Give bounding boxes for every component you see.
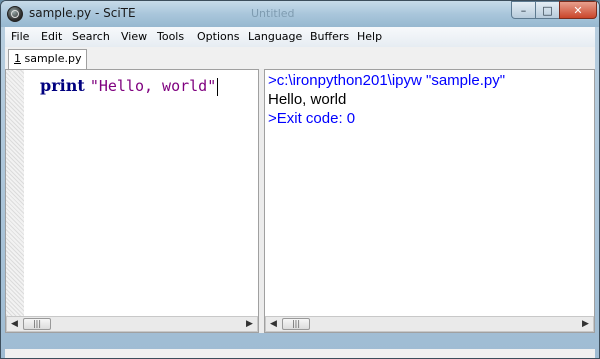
menu-tools[interactable]: Tools bbox=[157, 30, 184, 43]
menu-language[interactable]: Language bbox=[248, 30, 302, 43]
menu-bar: File Edit Search View Tools Options Lang… bbox=[5, 27, 595, 47]
menu-buffers[interactable]: Buffers bbox=[310, 30, 349, 43]
buffer-tab-strip: 1 sample.py bbox=[5, 47, 595, 70]
output-line-command: >c:\ironpython201\ipyw "sample.py" bbox=[268, 72, 506, 89]
editor-pane[interactable]: print "Hello, world" ◀ ||| ▶ bbox=[5, 69, 259, 333]
status-bar bbox=[5, 349, 595, 358]
line-number-margin bbox=[6, 70, 24, 332]
scite-app-icon[interactable] bbox=[7, 6, 23, 22]
scroll-left-icon[interactable]: ◀ bbox=[7, 317, 22, 331]
code-line[interactable]: print "Hello, world" bbox=[40, 76, 219, 96]
scite-window: sample.py - SciTE Untitled – □ ✕ File Ed… bbox=[0, 0, 600, 359]
menu-help[interactable]: Help bbox=[357, 30, 382, 43]
editor-scroll-thumb[interactable]: ||| bbox=[23, 318, 51, 330]
close-icon: ✕ bbox=[573, 3, 583, 17]
output-pane[interactable]: >c:\ironpython201\ipyw "sample.py" Hello… bbox=[264, 69, 595, 333]
close-button[interactable]: ✕ bbox=[559, 1, 597, 19]
menu-options[interactable]: Options bbox=[197, 30, 239, 43]
editor-horizontal-scrollbar[interactable]: ◀ ||| ▶ bbox=[6, 316, 258, 332]
maximize-icon: □ bbox=[542, 3, 553, 17]
tab-label: sample.py bbox=[21, 52, 82, 65]
background-window-caption: Untitled bbox=[251, 7, 295, 20]
tab-number: 1 bbox=[14, 52, 21, 65]
text-caret bbox=[217, 77, 219, 96]
output-line-exit-code: >Exit code: 0 bbox=[268, 110, 356, 127]
menu-view[interactable]: View bbox=[121, 30, 147, 43]
menu-search[interactable]: Search bbox=[72, 30, 110, 43]
minimize-button[interactable]: – bbox=[511, 1, 536, 19]
scroll-right-icon[interactable]: ▶ bbox=[242, 317, 257, 331]
output-horizontal-scrollbar[interactable]: ◀ ||| ▶ bbox=[265, 316, 594, 332]
fold-margin bbox=[24, 70, 38, 332]
tab-sample-py[interactable]: 1 sample.py bbox=[8, 49, 88, 69]
menu-edit[interactable]: Edit bbox=[41, 30, 62, 43]
code-keyword: print bbox=[40, 76, 85, 95]
output-line-result: Hello, world bbox=[268, 91, 347, 108]
maximize-button[interactable]: □ bbox=[535, 1, 560, 19]
output-scroll-thumb[interactable]: ||| bbox=[282, 318, 310, 330]
window-title: sample.py - SciTE bbox=[29, 6, 136, 20]
title-bar[interactable]: sample.py - SciTE Untitled – □ ✕ bbox=[1, 1, 599, 27]
scroll-left-icon[interactable]: ◀ bbox=[266, 317, 281, 331]
minimize-icon: – bbox=[520, 3, 527, 17]
menu-file[interactable]: File bbox=[11, 30, 29, 43]
scroll-right-icon[interactable]: ▶ bbox=[578, 317, 593, 331]
code-string: "Hello, world" bbox=[89, 77, 217, 95]
